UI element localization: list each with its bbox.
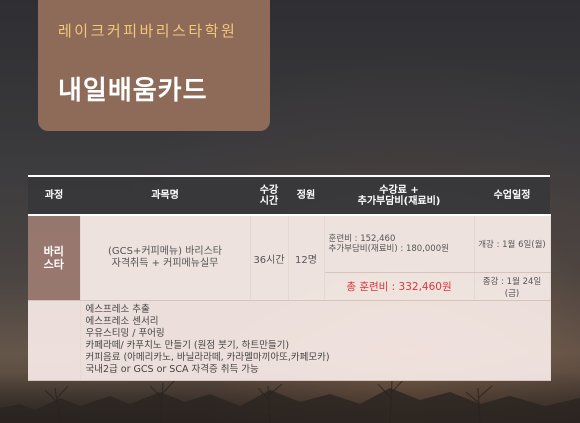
fee-cell: 훈련비 : 152,460 추가부담비(재료비) : 180,000원	[324, 215, 475, 273]
description-line: 우유스티밍 / 푸어링	[85, 328, 165, 339]
extra-fee: 추가부담비(재료비) : 180,000원	[328, 244, 449, 254]
description-cell: 에스프레소 추출 에스프레소 센서리 우유스티밍 / 푸어링 카페라떼/ 카푸치…	[80, 300, 551, 381]
subject-cell: (GCS+커피메뉴) 바리스타 자격취득 + 커피메뉴실무	[80, 215, 251, 301]
description-row: 에스프레소 추출 에스프레소 센서리 우유스티밍 / 푸어링 카페라떼/ 카푸치…	[28, 300, 551, 381]
title-card: 레이크커피바리스타학원 내일배움카드	[38, 0, 270, 131]
schedule-end-cell: 종강 : 1월 24일(금)	[474, 272, 551, 301]
description-line: 에스프레소 추출	[85, 304, 150, 315]
header-subject: 과목명	[80, 175, 250, 216]
course-cell: 바리 스타	[28, 215, 81, 301]
header-hours: 수강 시간	[250, 175, 288, 216]
description-line: 커피음료 (아메리카노, 바닐라라떼, 카라멜마끼아또,카페모카)	[85, 352, 330, 363]
description-line: 카페라떼/ 카푸치노 만들기 (원점 붓기, 하트만들기)	[85, 340, 290, 351]
header-course: 과정	[28, 175, 80, 216]
card-title: 내일배움카드	[58, 76, 208, 106]
description-line: 에스프레소 센서리	[85, 316, 159, 327]
description-line: 국내2급 or GCS or SCA 자격증 취득 가능	[85, 364, 259, 375]
academy-name: 레이크커피바리스타학원	[58, 22, 238, 40]
course-table: 과정 과목명 수강 시간 정원 수강료 + 추가부담비(재료비) 수업일정 바리…	[28, 175, 551, 381]
total-fee-cell: 총 훈련비 : 332,460원	[324, 272, 475, 301]
schedule-start-cell: 개강 : 1월 6일(월)	[474, 215, 551, 273]
header-capacity: 정원	[288, 175, 324, 216]
table-header-row: 과정 과목명 수강 시간 정원 수강료 + 추가부담비(재료비) 수업일정	[28, 175, 550, 216]
table-row: 바리 스타 (GCS+커피메뉴) 바리스타 자격취득 + 커피메뉴실무 36시간…	[28, 215, 551, 301]
capacity-cell: 12명	[288, 215, 325, 301]
description-spacer	[28, 300, 81, 381]
header-schedule: 수업일정	[474, 175, 550, 216]
training-fee: 훈련비 : 152,460	[328, 234, 396, 244]
hours-cell: 36시간	[250, 215, 289, 301]
header-fee: 수강료 + 추가부담비(재료비)	[324, 175, 474, 216]
